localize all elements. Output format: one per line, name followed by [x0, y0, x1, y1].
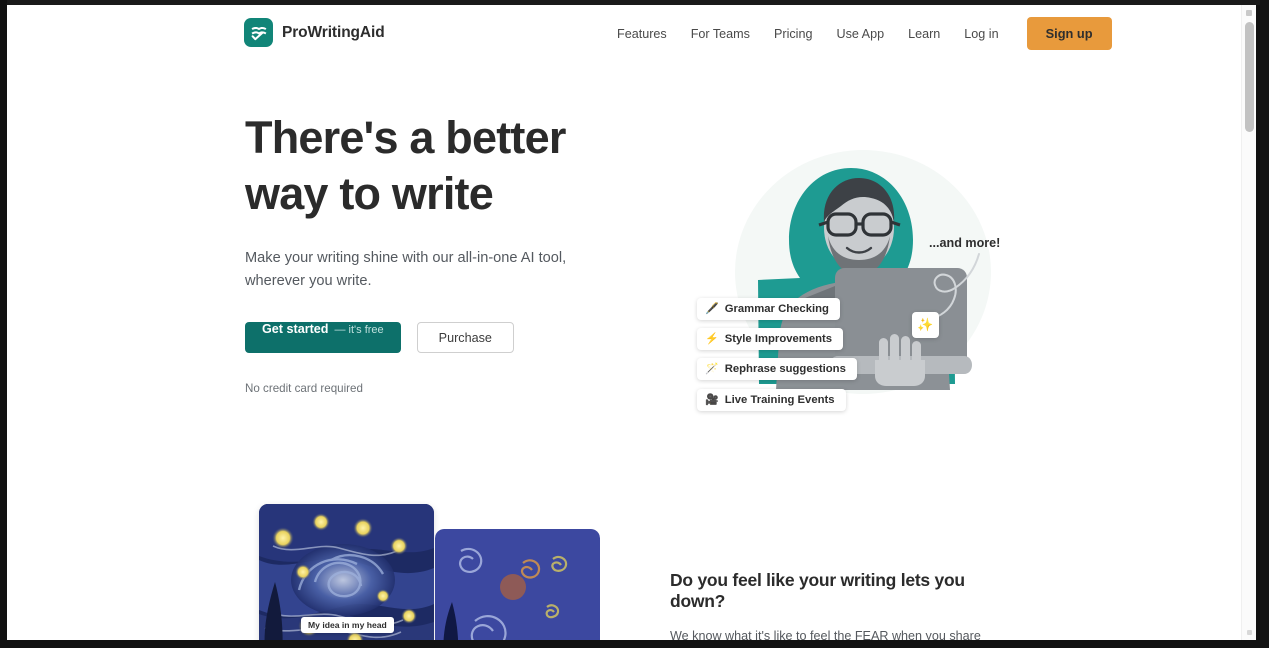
sparkle-icon: ✨: [912, 312, 939, 338]
feature-chip-style: ⚡ Style Improvements: [697, 328, 844, 350]
hero-section: There's a better way to write Make your …: [7, 62, 1241, 462]
hero-subtitle: Make your writing shine with our all-in-…: [245, 250, 567, 289]
scrollbar-up-arrow-icon[interactable]: [1242, 5, 1256, 20]
starry-night-painting: My idea in my head: [259, 504, 434, 640]
main-navigation: Features For Teams Pricing Use App Learn…: [605, 17, 1112, 50]
film-camera-icon: 🎥: [705, 393, 719, 406]
hero-copy-block: There's a better way to write Make your …: [245, 110, 605, 395]
feature-chip-label: Live Training Events: [724, 394, 835, 406]
nav-link-log-in[interactable]: Log in: [952, 18, 1010, 50]
browser-window-frame: ProWritingAid Features For Teams Pricing…: [0, 0, 1269, 648]
page-title: There's a better way to write: [245, 112, 566, 219]
starry-night-caption: My idea in my head: [301, 617, 394, 633]
book-check-icon: [244, 18, 273, 47]
magic-wand-icon: 🪄: [705, 362, 719, 375]
window-bottom-edge: [0, 640, 1269, 648]
section-two-paragraph: We know what it's like to feel the FEAR …: [670, 629, 981, 640]
window-right-edge: [1260, 0, 1269, 648]
section-two-heading: Do you feel like your writing lets you d…: [670, 570, 965, 611]
scrollbar-down-arrow-icon[interactable]: [1242, 625, 1256, 640]
scrollbar-thumb[interactable]: [1245, 22, 1254, 132]
feature-chip-label: Style Improvements: [724, 333, 833, 345]
hero-cta-group: Get started — it's free Purchase: [245, 322, 605, 353]
sign-up-button[interactable]: Sign up: [1026, 17, 1112, 50]
get-started-button[interactable]: Get started — it's free: [245, 322, 401, 353]
section-two-copy: Do you feel like your writing lets you d…: [670, 570, 1015, 640]
site-header: ProWritingAid Features For Teams Pricing…: [7, 5, 1241, 62]
window-left-edge: [0, 0, 7, 648]
nav-link-features[interactable]: Features: [605, 18, 679, 50]
get-started-sublabel: — it's free: [334, 324, 384, 336]
brand-logo-link[interactable]: ProWritingAid: [244, 18, 385, 47]
hero-illustration: 🖋️ Grammar Checking ⚡ Style Improvements…: [667, 102, 1027, 442]
page-viewport: ProWritingAid Features For Teams Pricing…: [7, 5, 1256, 640]
nav-link-for-teams[interactable]: For Teams: [679, 18, 762, 50]
no-credit-card-note: No credit card required: [245, 382, 363, 395]
feature-chip-label: Rephrase suggestions: [724, 363, 846, 375]
quill-pen-icon: 🖋️: [705, 302, 719, 315]
feature-chip-rephrase: 🪄 Rephrase suggestions: [697, 358, 857, 380]
feature-chip-grammar: 🖋️ Grammar Checking: [697, 298, 840, 320]
nav-link-pricing[interactable]: Pricing: [762, 18, 825, 50]
lightning-bolt-icon: ⚡: [705, 332, 719, 345]
purchase-button[interactable]: Purchase: [416, 322, 514, 353]
feature-chip-label: Grammar Checking: [724, 303, 829, 315]
nav-link-use-app[interactable]: Use App: [824, 18, 896, 50]
vertical-scrollbar[interactable]: [1241, 5, 1256, 640]
get-started-label: Get started: [262, 322, 329, 336]
and-more-label: ...and more!: [929, 236, 1001, 250]
nav-link-learn[interactable]: Learn: [896, 18, 952, 50]
flat-starry-night-card: [435, 529, 600, 640]
feature-chip-events: 🎥 Live Training Events: [697, 389, 846, 411]
brand-name-text: ProWritingAid: [282, 23, 385, 41]
writing-lets-you-down-section: My idea in my head Do you feel like your…: [7, 462, 1241, 640]
